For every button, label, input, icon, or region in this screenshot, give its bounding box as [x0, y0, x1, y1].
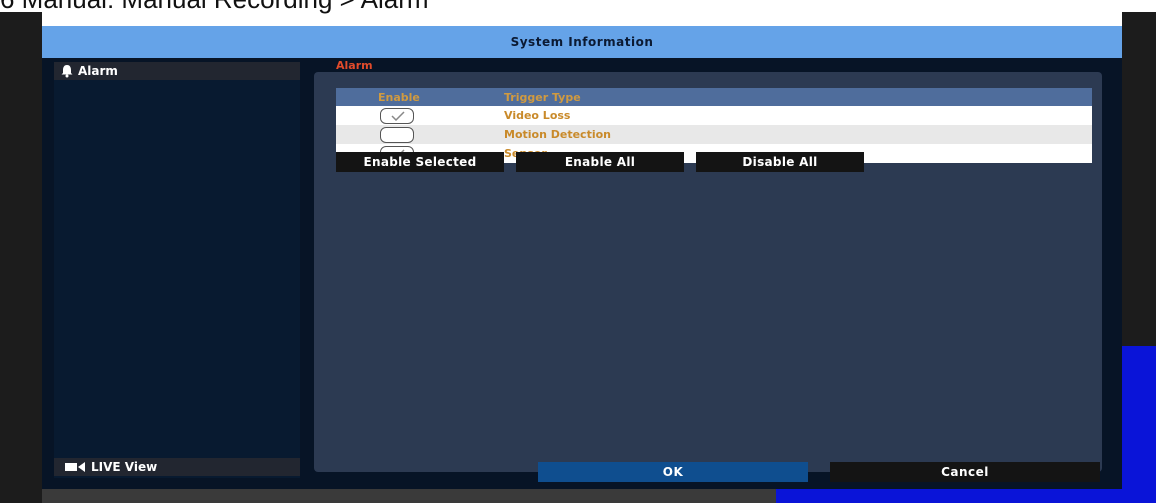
live-view-icon: [65, 462, 85, 472]
trigger-type-cell: Video Loss: [504, 106, 1092, 125]
column-header-trigger-type: Trigger Type: [504, 88, 1092, 106]
live-view-label: LIVE View: [91, 460, 158, 474]
background-right: [1122, 12, 1156, 346]
cancel-button[interactable]: Cancel: [830, 462, 1100, 482]
check-icon: [391, 110, 405, 121]
enable-selected-button[interactable]: Enable Selected: [336, 152, 504, 172]
table-header-row: Enable Trigger Type: [336, 88, 1092, 106]
table-row[interactable]: Video Loss: [336, 106, 1092, 125]
table-row[interactable]: Motion Detection: [336, 125, 1092, 144]
enable-checkbox[interactable]: [380, 126, 414, 143]
ok-button[interactable]: OK: [538, 462, 808, 482]
trigger-type-cell: Motion Detection: [504, 125, 1092, 144]
page-caption: 6 Manual: Manual Recording > Alarm: [0, 0, 1156, 12]
bell-icon: [61, 65, 73, 78]
sidebar: Alarm: [54, 62, 300, 478]
sidebar-item-label: Alarm: [78, 64, 118, 78]
enable-checkbox[interactable]: [380, 107, 414, 124]
background-left: [0, 12, 42, 503]
disable-all-button[interactable]: Disable All: [696, 152, 864, 172]
sidebar-item-alarm[interactable]: Alarm: [54, 62, 300, 80]
enable-all-button[interactable]: Enable All: [516, 152, 684, 172]
system-information-dialog: System Information Alarm LIVE View Alarm…: [42, 26, 1122, 489]
dialog-title: System Information: [42, 26, 1122, 58]
live-view-button[interactable]: LIVE View: [54, 458, 300, 476]
column-header-enable: Enable: [336, 88, 504, 106]
alarm-content-panel: Enable Trigger Type Video Loss Motion De…: [314, 72, 1102, 472]
background-bottom: [42, 489, 776, 503]
